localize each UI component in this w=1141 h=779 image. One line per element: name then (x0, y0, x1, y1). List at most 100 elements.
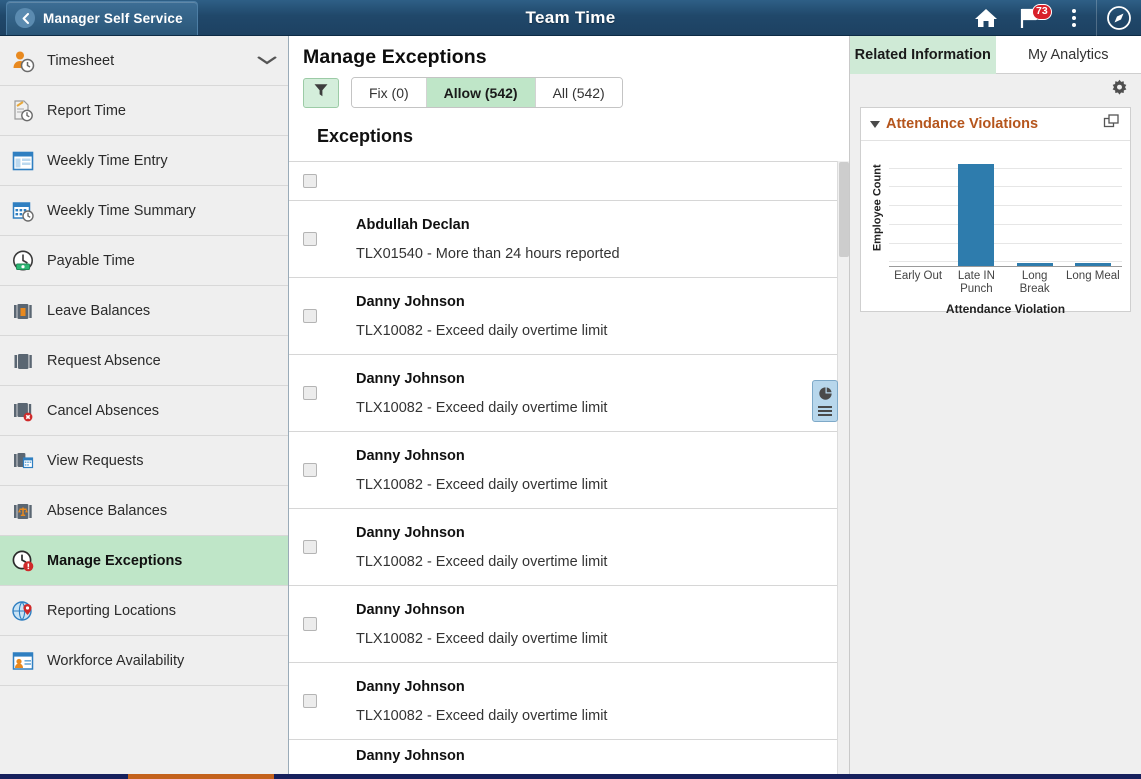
sidebar-item-workforce-availability[interactable]: Workforce Availability (0, 636, 288, 686)
sidebar-item-request-absence[interactable]: Request Absence (0, 336, 288, 386)
tab-my-analytics[interactable]: My Analytics (995, 36, 1141, 74)
top-header-bar: Manager Self Service Team Time 73 (0, 0, 1141, 36)
row-content: Danny Johnson TLX10082 - Exceed daily ov… (356, 448, 607, 493)
exception-description: TLX10082 - Exceed daily overtime limit (356, 630, 608, 647)
chart-plot-region: Employee Count (867, 149, 1122, 267)
sidebar-item-timesheet[interactable]: Timesheet (0, 36, 288, 86)
sidebar-item-view-requests[interactable]: View Requests (0, 436, 288, 486)
table-row[interactable]: Danny Johnson TLX10082 - Exceed daily ov… (289, 432, 837, 509)
list-lines-icon (818, 404, 832, 416)
tab-allow[interactable]: Allow (542) (426, 78, 536, 107)
sidebar-item-report-time[interactable]: Report Time (0, 86, 288, 136)
exceptions-list-wrapper: Abdullah Declan TLX01540 - More than 24 … (289, 161, 849, 774)
section-title-exceptions: Exceptions (317, 126, 414, 146)
back-breadcrumb-tab[interactable]: Manager Self Service (6, 0, 198, 35)
chart-y-axis-label: Employee Count (871, 164, 884, 252)
x-tick-label: Long Meal (1066, 270, 1120, 282)
home-icon[interactable] (964, 0, 1008, 36)
filter-button[interactable] (303, 77, 339, 108)
exception-description: TLX10082 - Exceed daily overtime limit (356, 399, 608, 416)
row-checkbox[interactable] (303, 232, 317, 246)
scrollbar-thumb[interactable] (839, 162, 849, 257)
bar-long-meal (1074, 263, 1111, 266)
right-panel-tabs: Related Information My Analytics (850, 36, 1141, 74)
select-all-checkbox[interactable] (303, 174, 317, 188)
tab-related-information[interactable]: Related Information (850, 36, 996, 74)
row-content: Danny Johnson TLX10082 - Exceed daily ov… (356, 294, 607, 339)
tab-fix[interactable]: Fix (0) (352, 78, 427, 107)
table-row[interactable]: Danny Johnson TLX10082 - Exceed daily ov… (289, 663, 837, 740)
bar-late-in-punch (958, 164, 995, 266)
leave-balances-briefcase-icon (10, 298, 36, 324)
sidebar-item-label: View Requests (47, 452, 144, 469)
employee-name: Danny Johnson (356, 524, 465, 541)
workforce-availability-window-person-icon (10, 648, 36, 674)
sidebar-item-reporting-locations[interactable]: Reporting Locations (0, 586, 288, 636)
absence-balances-briefcase-scale-icon (10, 498, 36, 524)
x-tick-label: Late IN Punch (957, 270, 995, 296)
row-checkbox[interactable] (303, 540, 317, 554)
sidebar-item-label: Weekly Time Summary (47, 202, 196, 219)
list-header-row (289, 162, 837, 201)
row-checkbox[interactable] (303, 617, 317, 631)
sidebar-item-payable-time[interactable]: Payable Time (0, 236, 288, 286)
list-scrollbar[interactable] (837, 161, 849, 774)
row-content: Abdullah Declan TLX01540 - More than 24 … (356, 217, 620, 262)
row-checkbox[interactable] (303, 463, 317, 477)
employee-name: Danny Johnson (356, 748, 465, 764)
card-header: Attendance Violations (861, 108, 1130, 141)
employee-name: Danny Johnson (356, 601, 465, 618)
row-content: Danny Johnson TLX10082 - Exceed daily ov… (356, 525, 607, 570)
settings-gear-icon[interactable] (1110, 79, 1129, 103)
table-row[interactable]: Danny Johnson TLX10082 - Exceed daily ov… (289, 278, 837, 355)
caret-down-icon[interactable] (870, 120, 880, 128)
open-in-new-window-icon[interactable] (1103, 113, 1121, 136)
sidebar-item-weekly-time-entry[interactable]: Weekly Time Entry (0, 136, 288, 186)
sidebar-item-label: Cancel Absences (47, 402, 160, 419)
chart-plot (889, 149, 1122, 267)
table-row[interactable]: Danny Johnson TLX10082 - Exceed daily ov… (289, 586, 837, 663)
sidebar-item-label: Workforce Availability (47, 652, 185, 669)
exception-description: TLX01540 - More than 24 hours reported (356, 245, 620, 262)
row-checkbox[interactable] (303, 309, 317, 323)
exception-description: TLX10082 - Exceed daily overtime limit (356, 553, 608, 570)
view-requests-briefcase-calendar-icon (10, 448, 36, 474)
row-content: Danny Johnson TLX10082 - Exceed daily ov… (356, 679, 607, 724)
nav-bar-compass-icon[interactable] (1097, 0, 1141, 36)
table-row[interactable]: Abdullah Declan TLX01540 - More than 24 … (289, 201, 837, 278)
table-row[interactable]: Danny Johnson (289, 740, 837, 770)
chevron-down-icon[interactable] (257, 54, 277, 67)
row-checkbox[interactable] (303, 694, 317, 708)
sidebar-item-label: Manage Exceptions (47, 552, 183, 569)
sidebar-item-leave-balances[interactable]: Leave Balances (0, 286, 288, 336)
row-checkbox[interactable] (303, 386, 317, 400)
sidebar-item-weekly-time-summary[interactable]: Weekly Time Summary (0, 186, 288, 236)
cancel-absences-briefcase-x-icon (10, 398, 36, 424)
table-row[interactable]: Danny Johnson TLX10082 - Exceed daily ov… (289, 355, 837, 432)
bar-column-long-meal[interactable] (1064, 149, 1122, 266)
timesheet-person-clock-icon (10, 48, 36, 74)
report-time-document-clock-icon (10, 98, 36, 124)
sidebar-item-label: Reporting Locations (47, 602, 176, 619)
analytics-pie-list-icon[interactable] (812, 380, 838, 422)
main-header: Manage Exceptions Fix (0) Allow (542) Al… (289, 36, 849, 147)
bar-column-long-break[interactable] (1006, 149, 1064, 266)
card-title: Attendance Violations (886, 116, 1039, 132)
actions-menu-icon[interactable] (1052, 0, 1096, 36)
bar-column-late-in-punch[interactable] (947, 149, 1005, 266)
employee-name: Danny Johnson (356, 678, 465, 695)
sidebar-item-cancel-absences[interactable]: Cancel Absences (0, 386, 288, 436)
notifications-flag-icon[interactable]: 73 (1008, 0, 1052, 36)
x-tick-label: Early Out (894, 270, 943, 282)
sidebar-item-absence-balances[interactable]: Absence Balances (0, 486, 288, 536)
sidebar-nav: Timesheet Report Time Weekly Time Entry … (0, 36, 289, 774)
sidebar-item-manage-exceptions[interactable]: Manage Exceptions (0, 536, 288, 586)
bar-column-early-out[interactable] (889, 149, 947, 266)
table-row[interactable]: Danny Johnson TLX10082 - Exceed daily ov… (289, 509, 837, 586)
tab-all[interactable]: All (542) (535, 78, 622, 107)
employee-name: Danny Johnson (356, 447, 465, 464)
sidebar-item-label: Leave Balances (47, 302, 151, 319)
right-panel: Related Information My Analytics Attenda… (850, 36, 1141, 774)
exception-filter-segmented-control: Fix (0) Allow (542) All (542) (351, 77, 623, 108)
row-content: Danny Johnson TLX10082 - Exceed daily ov… (356, 602, 607, 647)
